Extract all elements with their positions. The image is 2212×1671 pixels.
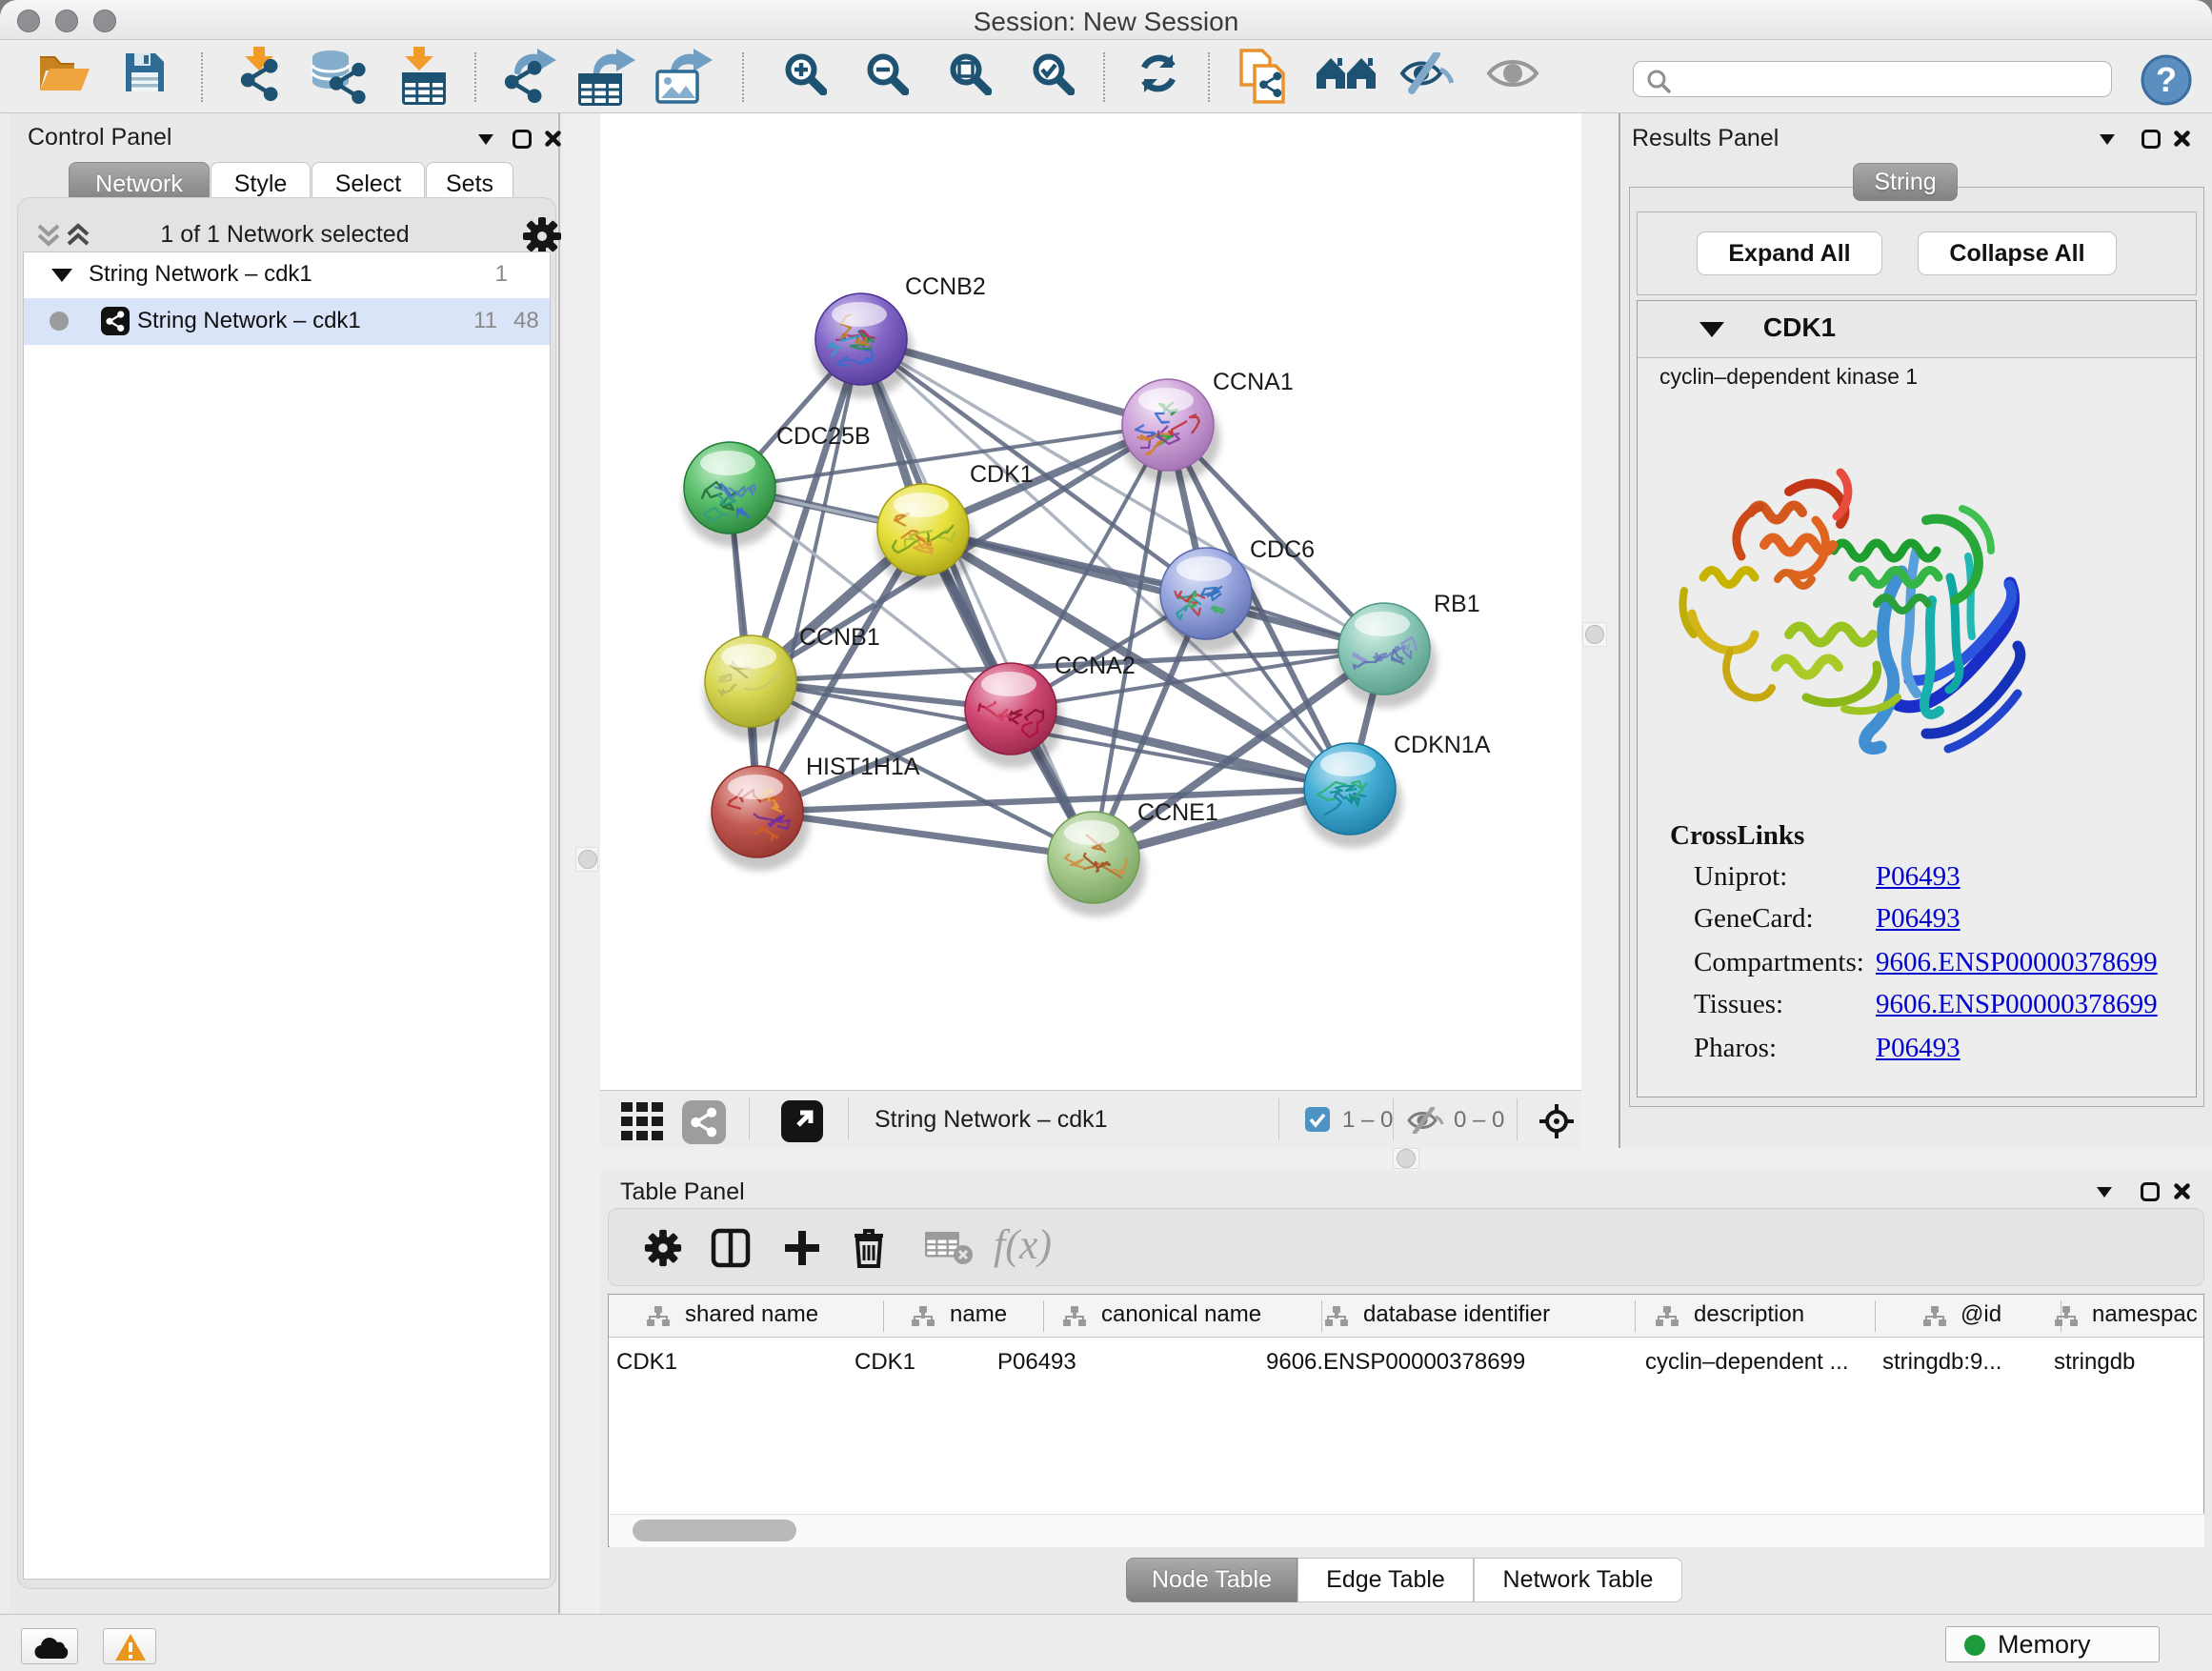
svg-text:CDK1: CDK1: [970, 461, 1034, 488]
svg-text:CDC6: CDC6: [1250, 536, 1315, 563]
svg-text:CCNB2: CCNB2: [905, 273, 986, 300]
svg-text:CDC25B: CDC25B: [776, 423, 871, 450]
svg-text:CDKN1A: CDKN1A: [1394, 732, 1491, 758]
svg-text:CCNA2: CCNA2: [1055, 653, 1136, 679]
svg-text:HIST1H1A: HIST1H1A: [806, 754, 920, 780]
svg-text:RB1: RB1: [1434, 591, 1480, 617]
svg-text:CCNE1: CCNE1: [1137, 799, 1218, 826]
svg-text:CCNA1: CCNA1: [1213, 369, 1294, 395]
svg-text:CCNB1: CCNB1: [799, 624, 880, 651]
svg-text:?: ?: [2156, 60, 2177, 99]
